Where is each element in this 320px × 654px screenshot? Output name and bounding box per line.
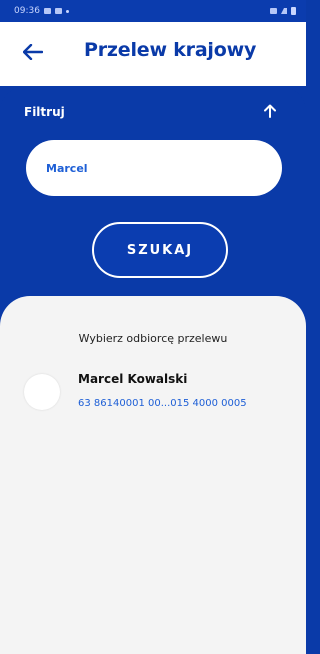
- page-title: Przelew krajowy: [84, 39, 257, 61]
- results-sheet: Wybierz odbiorcę przelewu Marcel Kowalsk…: [0, 296, 306, 654]
- collapse-filter-button[interactable]: [262, 102, 278, 120]
- arrow-left-icon: [23, 44, 43, 60]
- status-bar: 09:36: [0, 0, 306, 22]
- recipient-account-number: 63 86140001 00...015 4000 0005: [78, 398, 247, 409]
- search-button[interactable]: SZUKAJ: [92, 222, 228, 278]
- notification-icon: [43, 8, 51, 14]
- alarm-icon: [270, 8, 277, 14]
- signal-icon: [281, 8, 287, 14]
- filter-label: Filtruj: [24, 105, 65, 119]
- arrow-up-icon: [264, 104, 276, 118]
- message-icon: [54, 8, 62, 14]
- status-time: 09:36: [14, 6, 40, 16]
- recipient-name: Marcel Kowalski: [78, 372, 188, 386]
- back-button[interactable]: [20, 40, 46, 64]
- recipient-radio[interactable]: [24, 374, 60, 410]
- app-header: Przelew krajowy: [0, 22, 306, 86]
- status-right: [270, 7, 296, 15]
- battery-icon: [291, 7, 296, 15]
- status-left: 09:36: [14, 6, 69, 16]
- search-field[interactable]: [26, 140, 282, 196]
- results-heading: Wybierz odbiorcę przelewu: [78, 332, 228, 345]
- more-notifications-icon: [65, 9, 69, 13]
- recipient-list-item[interactable]: Marcel Kowalski 63 86140001 00...015 400…: [24, 370, 294, 422]
- search-input[interactable]: [46, 161, 266, 175]
